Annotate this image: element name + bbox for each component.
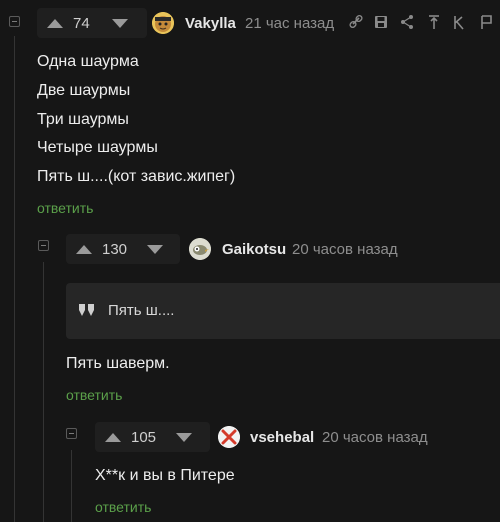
comment-text-line: Пять ш....(кот завис.жипег) — [37, 168, 236, 185]
downvote-icon[interactable] — [176, 432, 193, 442]
thread-line-level-2 — [43, 262, 44, 522]
avatar[interactable] — [218, 426, 240, 448]
vote-box: 130 — [66, 234, 180, 264]
rating-count: 130 — [102, 240, 128, 258]
avatar[interactable] — [152, 12, 174, 34]
comment-text: Пять шаверм. — [66, 355, 170, 372]
thread-line-level-1 — [14, 36, 15, 522]
bird-avatar-icon — [189, 238, 211, 260]
comment-text-line: Четыре шаурмы — [37, 139, 158, 156]
collapse-thread-button[interactable] — [9, 16, 20, 27]
downvote-icon[interactable] — [111, 18, 128, 28]
vote-box: 74 — [37, 8, 147, 38]
comment-text-line: Три шаурмы — [37, 111, 129, 128]
username[interactable]: Vakylla — [185, 15, 236, 32]
username[interactable]: vsehebal — [250, 429, 314, 446]
thread-line-level-3 — [71, 450, 72, 522]
timestamp[interactable]: 21 час назад — [245, 15, 334, 32]
upvote-icon[interactable] — [105, 432, 121, 442]
comment-text: Х**к и вы в Питере — [95, 467, 235, 484]
upvote-icon[interactable] — [47, 18, 63, 28]
collapse-thread-button[interactable] — [66, 428, 77, 439]
upvote-icon[interactable] — [76, 244, 92, 254]
pirate-cat-avatar-icon — [152, 12, 174, 34]
avatar[interactable] — [189, 238, 211, 260]
more-icon[interactable] — [480, 14, 494, 30]
downvote-icon[interactable] — [147, 244, 164, 254]
reply-link[interactable]: ответить — [66, 387, 122, 403]
reply-link[interactable]: ответить — [95, 499, 151, 515]
rating-count: 105 — [131, 428, 157, 446]
hide-icon[interactable] — [452, 14, 466, 30]
username[interactable]: Gaikotsu — [222, 241, 286, 258]
share-icon[interactable] — [400, 14, 414, 30]
reply-link[interactable]: ответить — [37, 200, 93, 216]
quote-block: Пять ш.... — [66, 283, 500, 339]
comment-text-line: Одна шаурма — [37, 53, 139, 70]
quote-text: Пять ш.... — [108, 302, 175, 319]
vote-box: 105 — [95, 422, 210, 452]
save-icon[interactable] — [374, 14, 388, 30]
rating-count: 74 — [73, 14, 90, 32]
collapse-thread-button[interactable] — [38, 240, 49, 251]
pin-icon[interactable] — [427, 14, 441, 30]
quote-icon — [79, 304, 94, 316]
timestamp[interactable]: 20 часов назад — [292, 241, 398, 258]
red-x-avatar-icon — [218, 426, 240, 448]
timestamp[interactable]: 20 часов назад — [322, 429, 428, 446]
link-icon[interactable] — [349, 14, 363, 30]
comment-text-line: Две шаурмы — [37, 82, 131, 99]
